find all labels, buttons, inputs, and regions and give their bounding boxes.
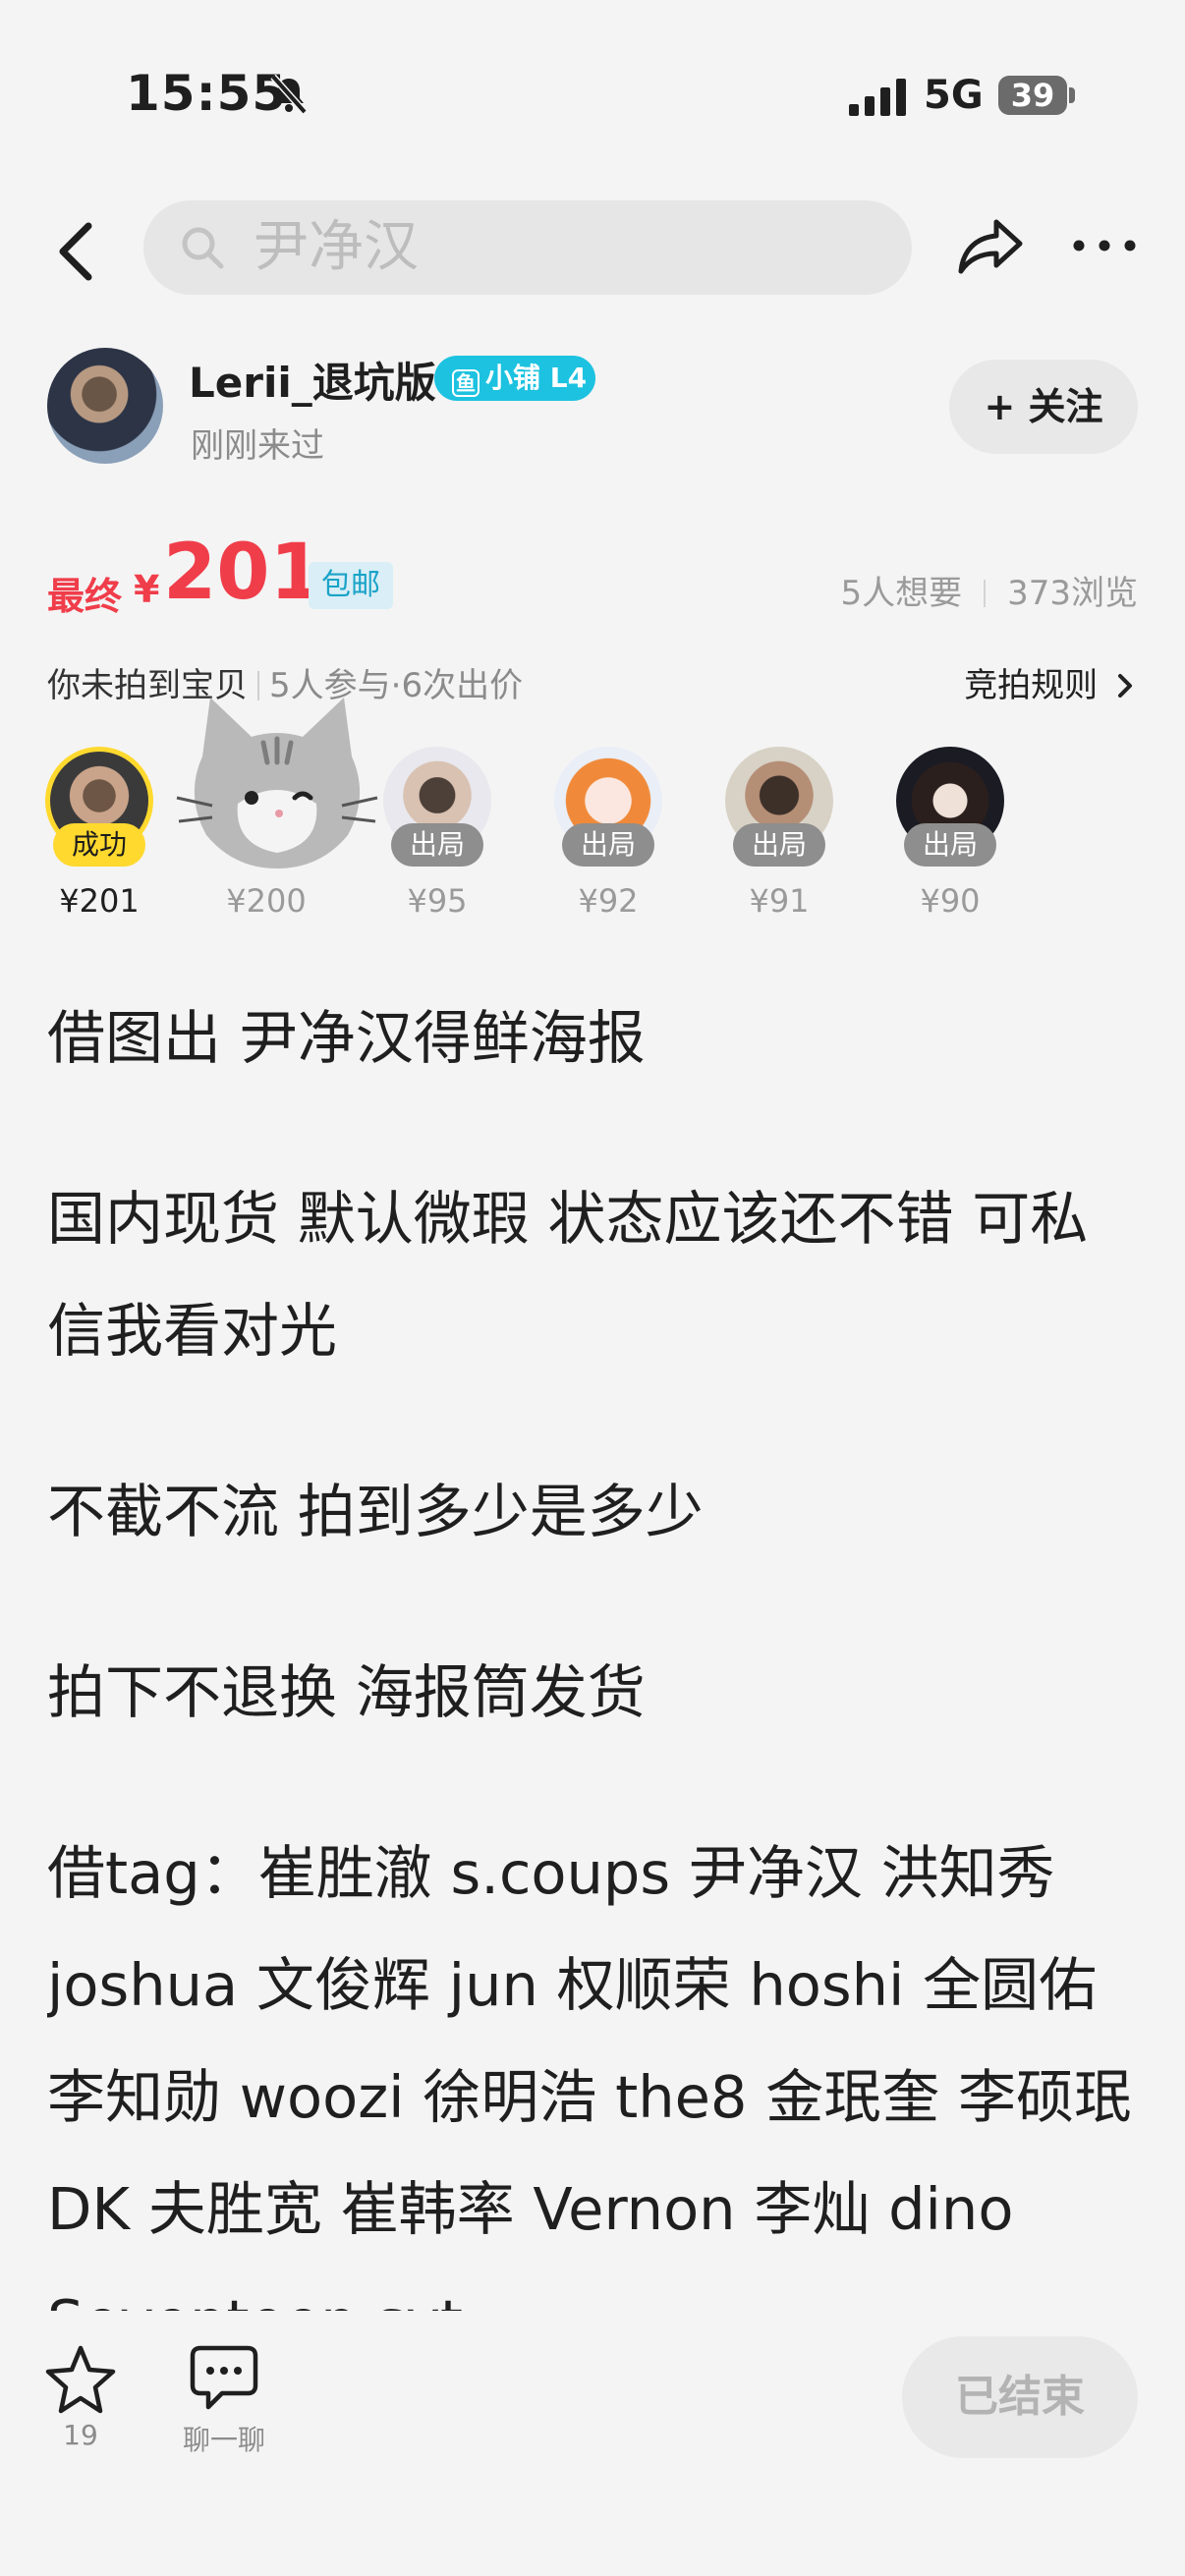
status-bar: 15:55 5G 39 [0, 0, 1185, 187]
auction-ended-button: 已结束 [902, 2336, 1138, 2458]
bid-status-tag: 出局 [733, 823, 825, 867]
description-paragraph: 拍下不退换 海报筒发货 [47, 1658, 646, 1726]
chat-bubble-icon[interactable] [187, 2340, 261, 2415]
back-arrow-icon[interactable] [47, 212, 106, 291]
chat-label[interactable]: 聊一聊 [175, 2419, 273, 2458]
bottom-action-bar: 19 聊一聊 已结束 [0, 2311, 1185, 2576]
search-query: 尹净汉 [254, 215, 419, 279]
battery-icon: 39 [998, 76, 1067, 115]
shop-level-label: 小铺 L4 [485, 362, 588, 394]
bid-status-tag: 成功 [53, 823, 145, 867]
views-count: 373浏览 [1007, 574, 1138, 613]
status-time: 15:55 [126, 65, 288, 122]
final-price: 201 [163, 529, 323, 617]
stats-divider [984, 580, 987, 607]
description-paragraph: 借tag：崔胜澈 s.coups 尹净汉 洪知秀 joshua 文俊辉 jun … [47, 1839, 1132, 2311]
bid-amount: ¥95 [407, 882, 468, 920]
final-price-label: 最终 [47, 575, 123, 618]
cat-sticker-icon [176, 698, 378, 868]
auction-rules-link[interactable]: 竞拍规则 [964, 658, 1138, 706]
item-stats: 5人想要 373浏览 [840, 566, 1138, 614]
follow-button[interactable]: + 关注 [949, 360, 1138, 454]
bell-muted-icon [270, 74, 308, 115]
bid-amount: ¥92 [578, 882, 639, 920]
bid-amount: ¥91 [749, 882, 810, 920]
bid-status-tag: 出局 [562, 823, 654, 867]
more-icon[interactable] [1069, 226, 1140, 265]
bid-status-tag: 出局 [391, 823, 483, 867]
description-paragraph: 国内现货 默认微瑕 状态应该还不错 可私信我看对光 [47, 1185, 1089, 1365]
seller-last-seen: 刚刚来过 [191, 426, 324, 466]
battery-cap [1069, 87, 1075, 103]
free-shipping-badge: 包邮 [309, 562, 393, 609]
search-bar[interactable]: 尹净汉 [143, 200, 912, 295]
favorite-count: 19 [63, 2419, 98, 2451]
signal-icon [849, 79, 906, 116]
bid-status-tag: 出局 [904, 823, 996, 867]
bid-amount: ¥90 [920, 882, 981, 920]
description-paragraph: 借图出 尹净汉得鲜海报 [47, 1004, 646, 1072]
auction-rules-label: 竞拍规则 [964, 666, 1099, 705]
price-currency: ¥ [134, 568, 160, 611]
bid-amount: ¥201 [59, 882, 140, 920]
chevron-right-icon [1118, 674, 1132, 698]
bid-amount: ¥200 [226, 882, 307, 920]
fish-shop-icon: 鱼 [452, 369, 480, 397]
item-description: 借图出 尹净汉得鲜海报 国内现货 默认微瑕 状态应该还不错 可私信我看对光 不截… [47, 982, 1138, 2311]
description-paragraph: 不截不流 拍到多少是多少 [47, 1478, 704, 1545]
wants-count: 5人想要 [840, 574, 963, 613]
search-icon [182, 227, 224, 269]
seller-avatar[interactable] [47, 348, 163, 464]
seller-name[interactable]: Lerii_退坑版 [189, 350, 436, 410]
shop-level-badge: 鱼小铺 L4 [434, 356, 595, 401]
network-type: 5G [924, 73, 984, 118]
star-icon[interactable] [43, 2342, 118, 2417]
share-icon[interactable] [953, 208, 1028, 283]
